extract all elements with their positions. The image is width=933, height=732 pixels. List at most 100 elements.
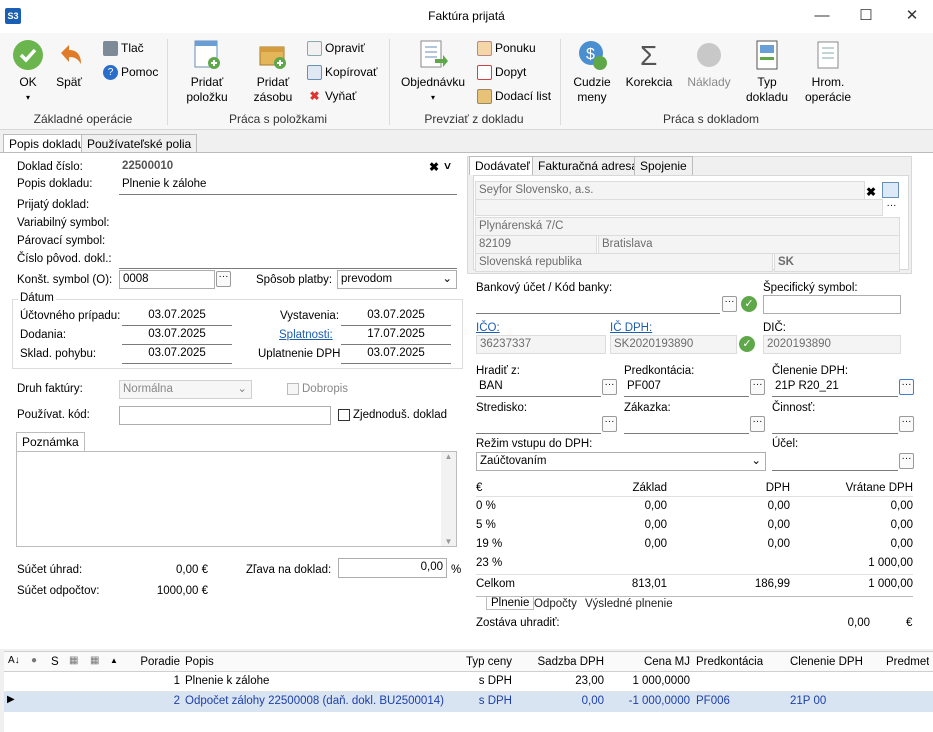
- maximize-icon[interactable]: ☐: [856, 6, 876, 26]
- vat-split-field[interactable]: 21P R20_21: [772, 378, 898, 397]
- var-symbol-field[interactable]: [119, 214, 457, 233]
- edit-button[interactable]: Opraviť: [307, 39, 365, 57]
- icdph-field[interactable]: SK2020193890: [610, 335, 737, 354]
- stock-field[interactable]: 03.07.2025: [122, 345, 232, 364]
- discount-field[interactable]: 0,00: [338, 558, 447, 578]
- purpose-picker[interactable]: ···: [899, 453, 914, 469]
- tab-note[interactable]: Poznámka: [16, 432, 85, 451]
- precont-field[interactable]: PF007: [624, 378, 749, 397]
- activity-field[interactable]: [772, 415, 898, 434]
- cut-button[interactable]: ✖ Vyňať: [307, 87, 356, 105]
- supplier-city-field[interactable]: Bratislava: [598, 235, 900, 254]
- bank-picker[interactable]: ···: [722, 296, 737, 312]
- col-price-type[interactable]: Typ ceny: [454, 656, 512, 668]
- bank-field[interactable]: [476, 295, 720, 314]
- simplified-checkbox[interactable]: [338, 409, 350, 421]
- col-precont[interactable]: Predkontácia: [696, 656, 763, 668]
- tab-connection[interactable]: Spojenie: [634, 156, 693, 175]
- doc-type-button[interactable]: Typ dokladu: [742, 39, 792, 105]
- pay-by-field[interactable]: BAN: [476, 378, 601, 397]
- clear-icon[interactable]: ✖: [866, 185, 876, 199]
- tab-supplier[interactable]: Dodávateľ: [469, 156, 536, 175]
- add-stock-button[interactable]: Pridať zásobu: [244, 39, 302, 105]
- orig-doc-field[interactable]: [119, 250, 457, 269]
- sort-icon[interactable]: A↓: [8, 655, 20, 666]
- vat-mode-select[interactable]: Zaúčtovaním ⌄: [476, 452, 766, 471]
- dic-field[interactable]: 2020193890: [763, 335, 901, 354]
- close-icon[interactable]: ✕: [902, 6, 922, 26]
- order-field[interactable]: [624, 415, 749, 434]
- user-code-field[interactable]: [119, 406, 331, 425]
- tab-resulting-fulfillment[interactable]: Výsledné plnenie: [585, 598, 673, 610]
- spec-symbol-field[interactable]: [763, 295, 901, 314]
- costs-button[interactable]: Náklady: [682, 39, 736, 90]
- credit-note-checkbox[interactable]: [287, 383, 299, 395]
- ico-field[interactable]: 36237337: [476, 335, 606, 354]
- activity-picker[interactable]: ···: [899, 416, 914, 432]
- issue-field[interactable]: 03.07.2025: [341, 307, 451, 326]
- ok-button[interactable]: OK ▾: [8, 39, 48, 105]
- print-button[interactable]: Tlač: [103, 39, 144, 57]
- title-bar: S3 Faktúra prijatá — ☐ ✕: [0, 0, 933, 33]
- supplier-name-field[interactable]: Seyfor Slovensko, a.s.: [475, 181, 865, 200]
- bulk-ops-button[interactable]: Hrom. operácie: [800, 39, 856, 105]
- delivery-field[interactable]: 03.07.2025: [122, 326, 232, 345]
- col-s[interactable]: S: [51, 656, 59, 668]
- pay-by-picker[interactable]: ···: [602, 379, 617, 395]
- address-book-icon[interactable]: [882, 182, 899, 198]
- col-subject[interactable]: Predmet: [886, 656, 929, 668]
- order-button[interactable]: Objednávku ▾: [398, 39, 468, 105]
- due-date-link[interactable]: Splatnosti:: [279, 329, 333, 341]
- center-picker[interactable]: ···: [602, 416, 617, 432]
- col-unit-price[interactable]: Cena MJ: [614, 656, 690, 668]
- demand-button[interactable]: Dopyt: [477, 63, 526, 81]
- offer-button[interactable]: Ponuku: [477, 39, 536, 57]
- note-textarea[interactable]: [16, 451, 457, 547]
- back-button[interactable]: Späť: [52, 39, 86, 90]
- supplier-country-code[interactable]: SK: [774, 253, 900, 272]
- doc-no-field[interactable]: 22500010: [119, 158, 427, 177]
- note-scrollbar[interactable]: ▲ ▼: [441, 452, 456, 546]
- supplier-street-field[interactable]: Plynárenská 7/C: [475, 217, 900, 236]
- col-order[interactable]: Poradie: [124, 656, 180, 668]
- tab-doc-description[interactable]: Popis dokladu: [3, 134, 91, 153]
- ico-link[interactable]: IČO:: [476, 322, 500, 334]
- copy-button[interactable]: Kopírovať: [307, 63, 378, 81]
- const-symbol-field[interactable]: 0008: [119, 270, 215, 289]
- payment-select[interactable]: prevodom ⌄: [337, 270, 457, 289]
- clear-icon[interactable]: ✖: [429, 161, 441, 173]
- col-desc[interactable]: Popis: [185, 656, 214, 668]
- supplier-country-field[interactable]: Slovenská republika: [475, 253, 773, 272]
- tab-billing-address[interactable]: Fakturačná adresa: [532, 156, 645, 175]
- desc-field[interactable]: Plnenie k zálohe: [119, 176, 457, 195]
- precont-picker[interactable]: ···: [750, 379, 765, 395]
- const-symbol-picker[interactable]: ···: [216, 271, 231, 287]
- col-vat-split[interactable]: Členenie DPH: [790, 656, 863, 668]
- tab-deductions[interactable]: Odpočty: [534, 598, 577, 610]
- chevron-down-icon[interactable]: ˅: [444, 160, 456, 172]
- pair-symbol-field[interactable]: [119, 232, 457, 251]
- acc-case-field[interactable]: 03.07.2025: [122, 307, 232, 326]
- delivery-list-button[interactable]: Dodací list: [477, 87, 551, 105]
- col-vat-rate[interactable]: Sadzba DPH: [524, 656, 604, 668]
- order-picker[interactable]: ···: [750, 416, 765, 432]
- supplier-picker[interactable]: ···: [884, 201, 899, 217]
- supplier-extra-field[interactable]: [475, 199, 883, 216]
- foreign-currency-button[interactable]: $ Cudzie meny: [568, 39, 616, 105]
- help-button[interactable]: ? Pomoc: [103, 63, 158, 81]
- table-row[interactable]: ▶ 2 Odpočet zálohy 22500008 (daň. dokl. …: [4, 692, 933, 712]
- add-item-button[interactable]: Pridať položku: [178, 39, 236, 105]
- due-field[interactable]: 17.07.2025: [341, 326, 451, 345]
- correction-button[interactable]: Σ Korekcia: [622, 39, 676, 90]
- invoice-type-select[interactable]: Normálna ⌄: [119, 380, 252, 399]
- center-field[interactable]: [476, 415, 601, 434]
- tab-fulfillment[interactable]: Plnenie: [486, 597, 535, 610]
- purpose-field[interactable]: [772, 452, 898, 471]
- vat-split-picker[interactable]: ···: [899, 379, 914, 395]
- icdph-link[interactable]: IČ DPH:: [610, 322, 652, 334]
- minimize-icon[interactable]: —: [812, 6, 832, 26]
- table-row[interactable]: 1 Plnenie k zálohe s DPH 23,00 1 000,000…: [4, 672, 933, 692]
- tab-user-fields[interactable]: Používateľské polia: [81, 134, 198, 153]
- vat-apply-field[interactable]: 03.07.2025: [341, 345, 451, 364]
- supplier-zip-field[interactable]: 82109: [475, 235, 597, 254]
